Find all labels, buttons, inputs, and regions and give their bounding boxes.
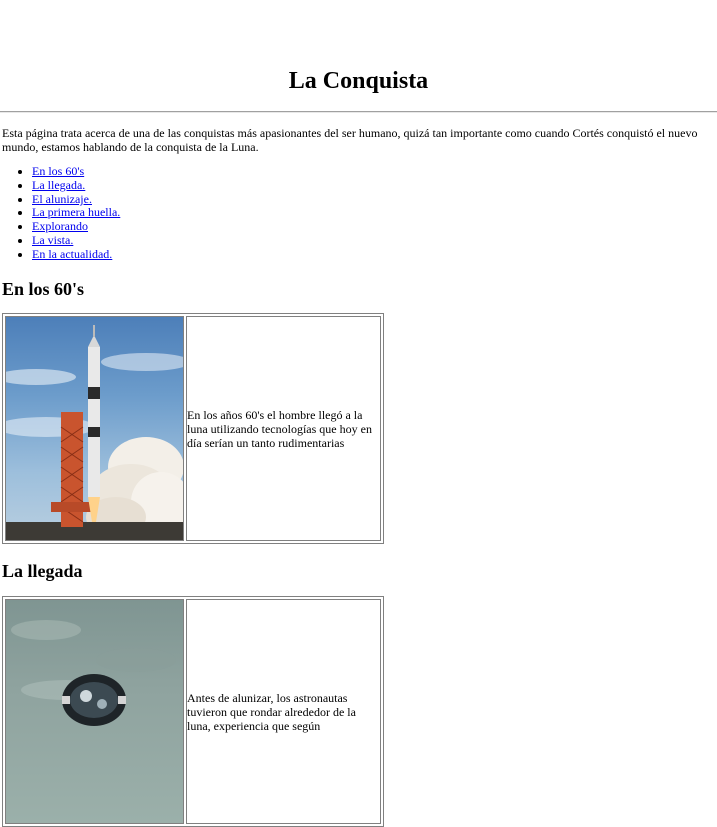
toc-link-la-vista[interactable]: La vista.	[32, 233, 73, 247]
toc-item: En los 60's	[32, 164, 120, 179]
spacecraft-in-orbit-photo	[6, 600, 183, 823]
title-divider	[0, 111, 717, 113]
toc-link-explorando[interactable]: Explorando	[32, 219, 88, 233]
section-heading-la-llegada: La llegada	[2, 561, 83, 581]
intro-paragraph: Esta página trata acerca de una de las c…	[2, 126, 698, 154]
toc-item: La vista.	[32, 233, 120, 248]
toc-item: El alunizaje.	[32, 192, 120, 207]
toc-item: La primera huella.	[32, 205, 120, 220]
toc-link-el-alunizaje[interactable]: El alunizaje.	[32, 192, 92, 206]
section-text-en-los-60s: En los años 60's el hombre llegó a la lu…	[187, 407, 372, 450]
section-table-la-llegada: Antes de alunizar, los astronautas tuvie…	[2, 596, 384, 827]
section-text-la-llegada: Antes de alunizar, los astronautas tuvie…	[187, 690, 356, 733]
toc-link-la-primera-huella[interactable]: La primera huella.	[32, 205, 120, 219]
image-cell	[5, 599, 184, 824]
toc-item: Explorando	[32, 219, 120, 234]
section-heading-en-los-60s: En los 60's	[2, 279, 85, 299]
toc-item: En la actualidad.	[32, 247, 120, 262]
description-cell: En los años 60's el hombre llegó a la lu…	[186, 316, 381, 541]
section-table-en-los-60s: En los años 60's el hombre llegó a la lu…	[2, 313, 384, 544]
rocket-launch-illustration	[6, 325, 183, 540]
page-title: La Conquista	[288, 68, 429, 94]
toc-item: La llegada.	[32, 178, 120, 193]
spacecraft-illustration	[11, 620, 176, 726]
toc-link-la-llegada[interactable]: La llegada.	[32, 178, 85, 192]
toc-link-en-los-60s[interactable]: En los 60's	[32, 164, 84, 178]
image-cell	[5, 316, 184, 541]
description-cell: Antes de alunizar, los astronautas tuvie…	[186, 599, 381, 824]
table-of-contents: En los 60's La llegada. El alunizaje. La…	[2, 164, 120, 262]
rocket-launch-photo	[6, 317, 183, 540]
toc-link-en-la-actualidad[interactable]: En la actualidad.	[32, 247, 112, 261]
